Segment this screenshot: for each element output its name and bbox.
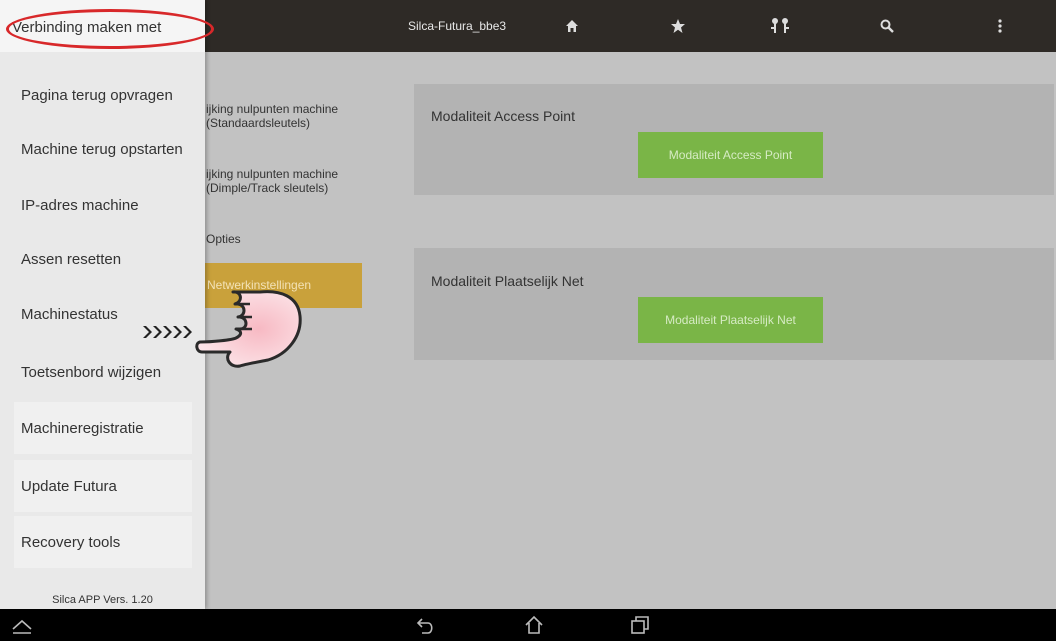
- system-navigation-bar: [0, 609, 1056, 641]
- submenu-item-label: ijking nulpunten machine: [206, 102, 339, 116]
- drawer-item-restart-machine[interactable]: Machine terug opstarten: [21, 141, 183, 158]
- home-icon[interactable]: [560, 14, 584, 38]
- overflow-menu-icon[interactable]: [988, 14, 1012, 38]
- drawer-item-reset-axes[interactable]: Assen resetten: [21, 251, 121, 268]
- drawer-item-recovery-tools[interactable]: Recovery tools: [21, 534, 120, 551]
- highlight-oval: [6, 9, 214, 49]
- hide-keyboard-icon[interactable]: [10, 613, 34, 637]
- pointing-hand-icon: [143, 290, 302, 368]
- drawer-item-update-futura[interactable]: Update Futura: [21, 478, 117, 495]
- drawer-item-ip-address[interactable]: IP-adres machine: [21, 197, 139, 214]
- recent-apps-icon[interactable]: [628, 613, 652, 637]
- drawer-item-reload-page[interactable]: Pagina terug opvragen: [21, 87, 173, 104]
- access-point-title: Modaliteit Access Point: [431, 108, 575, 124]
- local-net-panel: Modaliteit Plaatselijk Net Modaliteit Pl…: [414, 248, 1054, 360]
- device-name: Silca-Futura_bbe3: [408, 19, 507, 33]
- submenu-item-sublabel: (Dimple/Track sleutels): [206, 181, 329, 195]
- drawer-item-machine-status[interactable]: Machinestatus: [21, 306, 118, 323]
- drawer-item-machine-registration[interactable]: Machineregistratie: [21, 420, 144, 437]
- submenu-item-label: ijking nulpunten machine: [206, 167, 339, 181]
- app-version: Silca APP Vers. 1.20: [52, 594, 153, 606]
- submenu-calibration-dimple[interactable]: ijking nulpunten machine (Dimple/Track s…: [206, 167, 338, 195]
- local-net-title: Modaliteit Plaatselijk Net: [431, 273, 584, 289]
- back-icon[interactable]: [414, 613, 438, 637]
- search-icon[interactable]: [875, 14, 899, 38]
- star-icon[interactable]: [666, 14, 690, 38]
- home-icon[interactable]: [522, 613, 546, 637]
- submenu-options[interactable]: Opties: [206, 232, 241, 246]
- submenu-item-sublabel: (Standaardsleutels): [206, 116, 311, 130]
- access-point-panel: Modaliteit Access Point Modaliteit Acces…: [414, 84, 1054, 195]
- access-point-button[interactable]: Modaliteit Access Point: [638, 132, 823, 178]
- submenu-calibration-standard[interactable]: ijking nulpunten machine (Standaardsleut…: [206, 102, 338, 130]
- key-pair-icon[interactable]: [768, 14, 792, 38]
- local-net-button[interactable]: Modaliteit Plaatselijk Net: [638, 297, 823, 343]
